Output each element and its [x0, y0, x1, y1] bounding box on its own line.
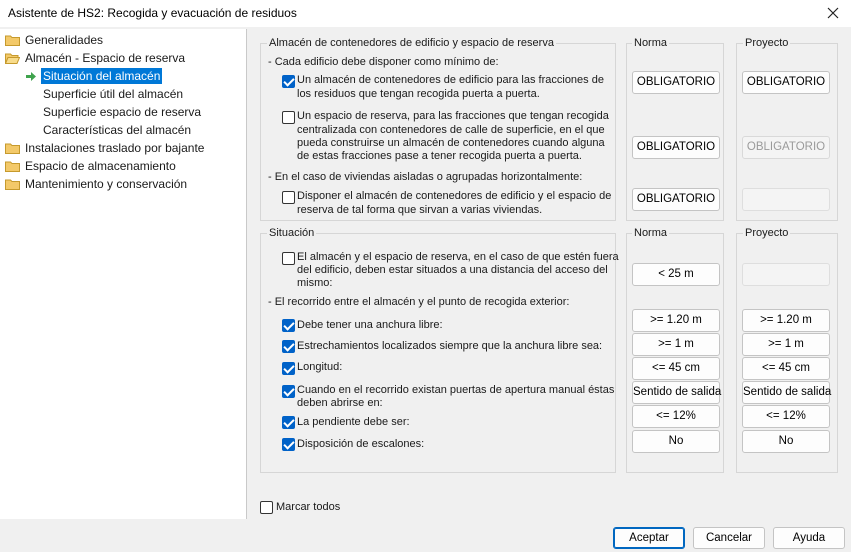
- row-estrechamientos-label: Estrechamientos localizados siempre que …: [297, 340, 603, 352]
- tree-item-label: Generalidades: [25, 33, 104, 47]
- section2-proyecto-title: Proyecto: [743, 227, 791, 240]
- row-longitud-checkbox[interactable]: [282, 362, 295, 375]
- folder-icon: [5, 179, 20, 190]
- option2-line2: centralizada con contenedores de calle d…: [297, 124, 605, 136]
- section1-intro: - Cada edificio debe disponer como mínim…: [268, 56, 499, 68]
- situacion-option1-proyecto-value: [742, 263, 830, 286]
- tree-item-label: Situación del almacén: [41, 68, 163, 84]
- row-longitud-label: Longitud:: [297, 361, 343, 373]
- tree-item-label: Instalaciones traslado por bajante: [25, 141, 205, 155]
- row-escalones-label: Disposición de escalones:: [297, 438, 425, 450]
- tree-item-label: Superficie útil del almacén: [43, 87, 184, 101]
- option3-line2: reserva de tal forma que sirvan a varias…: [297, 204, 543, 216]
- row-escalones-proyecto[interactable]: No: [742, 430, 830, 453]
- row-puertas-proyecto[interactable]: Sentido de salida: [742, 381, 831, 404]
- tree-item-label: Espacio de almacenamiento: [25, 159, 176, 173]
- accept-button[interactable]: Aceptar: [613, 527, 685, 549]
- option3-checkbox[interactable]: [282, 191, 295, 204]
- section1-norma-title: Norma: [632, 37, 670, 50]
- row-pendiente-checkbox[interactable]: [282, 416, 295, 429]
- tree-item-label: Almacén - Espacio de reserva: [25, 51, 186, 65]
- situacion-option1-checkbox[interactable]: [282, 252, 295, 265]
- section2-norma-title: Norma: [632, 227, 670, 240]
- row-puertas-label: Cuando en el recorrido existan puertas d…: [297, 384, 615, 396]
- row-anchura-label: Debe tener una anchura libre:: [297, 319, 443, 331]
- row-puertas-norma: Sentido de salida: [632, 381, 721, 404]
- open-folder-icon: [5, 53, 20, 64]
- row-estrechamientos-norma: >= 1 m: [632, 333, 720, 356]
- option3-proyecto-value: [742, 188, 830, 211]
- option2-proyecto-value: OBLIGATORIO: [742, 136, 830, 159]
- section2-title: Situación: [267, 227, 317, 240]
- close-button[interactable]: [815, 0, 851, 27]
- close-icon: [827, 7, 839, 19]
- section1-proyecto-title: Proyecto: [743, 37, 791, 50]
- mark-all-label: Marcar todos: [276, 501, 341, 513]
- row-estrechamientos-checkbox[interactable]: [282, 340, 295, 353]
- situacion-option1-line1: El almacén y el espacio de reserva, en e…: [297, 251, 619, 263]
- row-estrechamientos-proyecto[interactable]: >= 1 m: [742, 333, 830, 356]
- option3-line1: Disponer el almacén de contenedores de e…: [297, 190, 612, 202]
- row-puertas-label2: deben abrirse en:: [297, 397, 383, 409]
- row-puertas-checkbox[interactable]: [282, 385, 295, 398]
- row-pendiente-proyecto[interactable]: <= 12%: [742, 405, 830, 428]
- section1-title: Almacén de contenedores de edificio y es…: [267, 37, 556, 50]
- folder-icon: [5, 35, 20, 46]
- help-button[interactable]: Ayuda: [773, 527, 845, 549]
- arrow-right-icon: [26, 72, 36, 81]
- option1-proyecto-value[interactable]: OBLIGATORIO: [742, 71, 830, 94]
- row-longitud-norma: <= 45 cm: [632, 357, 720, 380]
- window-title: Asistente de HS2: Recogida y evacuación …: [8, 6, 297, 20]
- option2-line1: Un espacio de reserva, para las fraccion…: [297, 110, 609, 122]
- option2-line4: de estas fracciones pase a tener recogid…: [297, 150, 582, 162]
- section1-intro2: - En el caso de viviendas aisladas o agr…: [268, 171, 583, 183]
- tree-item-label: Características del almacén: [43, 123, 192, 137]
- option2-line3: pueda construirse un almacén de contened…: [297, 137, 605, 149]
- option2-checkbox[interactable]: [282, 111, 295, 124]
- row-anchura-norma: >= 1.20 m: [632, 309, 720, 332]
- folder-icon: [5, 143, 20, 154]
- row-anchura-proyecto[interactable]: >= 1.20 m: [742, 309, 830, 332]
- situacion-option1-norma-value: < 25 m: [632, 263, 720, 286]
- tree-item-label: Superficie espacio de reserva: [43, 105, 202, 119]
- option2-norma-value: OBLIGATORIO: [632, 136, 720, 159]
- title-bar: Asistente de HS2: Recogida y evacuación …: [0, 0, 851, 27]
- option1-line2: los residuos que tengan recogida puerta …: [297, 88, 540, 100]
- situacion-option1-line3: mismo:: [297, 277, 333, 289]
- option1-norma-value: OBLIGATORIO: [632, 71, 720, 94]
- row-escalones-norma: No: [632, 430, 720, 453]
- navigation-tree: Generalidades Almacén - Espacio de reser…: [0, 29, 247, 519]
- section2-intro: - El recorrido entre el almacén y el pun…: [268, 296, 570, 308]
- mark-all-checkbox[interactable]: [260, 501, 273, 514]
- option1-line1: Un almacén de contenedores de edificio p…: [297, 74, 604, 86]
- row-escalones-checkbox[interactable]: [282, 438, 295, 451]
- row-anchura-checkbox[interactable]: [282, 319, 295, 332]
- row-pendiente-label: La pendiente debe ser:: [297, 416, 410, 428]
- row-pendiente-norma: <= 12%: [632, 405, 720, 428]
- situacion-option1-line2: del edificio, deben estar situados a una…: [297, 264, 608, 276]
- option1-checkbox[interactable]: [282, 75, 295, 88]
- cancel-button[interactable]: Cancelar: [693, 527, 765, 549]
- option3-norma-value: OBLIGATORIO: [632, 188, 720, 211]
- row-longitud-proyecto[interactable]: <= 45 cm: [742, 357, 830, 380]
- tree-item-label: Mantenimiento y conservación: [25, 177, 188, 191]
- folder-icon: [5, 161, 20, 172]
